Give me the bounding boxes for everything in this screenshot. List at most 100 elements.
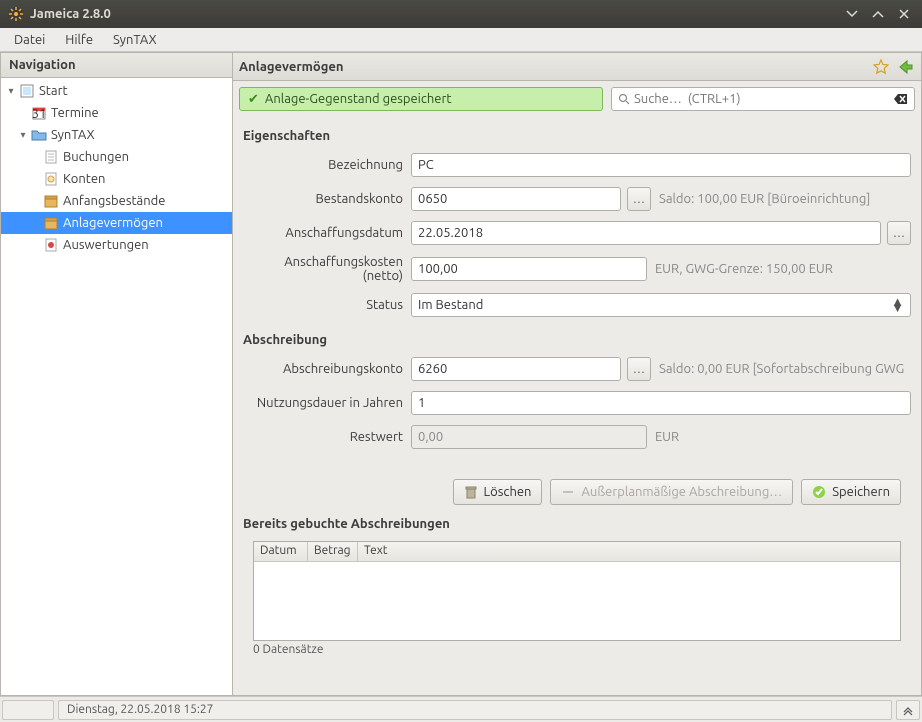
field-bestandskonto: Bestandskonto … Saldo: 100,00 EUR [Büroe…	[243, 187, 911, 211]
input-bezeichnung[interactable]	[411, 153, 911, 177]
table-header: Datum Betrag Text	[254, 542, 900, 562]
minimize-button[interactable]	[842, 4, 862, 24]
tree-item-anlagevermoegen[interactable]: Anlagevermögen	[1, 212, 232, 234]
field-abschreibungskonto: Abschreibungskonto … Saldo: 0,00 EUR [So…	[243, 357, 911, 381]
search-box[interactable]	[611, 87, 915, 111]
hint-restwert: EUR	[655, 430, 679, 444]
label-status: Status	[243, 298, 411, 312]
tree-item-auswertungen[interactable]: Auswertungen	[1, 234, 232, 256]
datepicker-button[interactable]: …	[887, 221, 911, 245]
input-abschreibungskonto[interactable]	[411, 357, 621, 381]
success-text: Anlage-Gegenstand gespeichert	[265, 92, 452, 106]
col-amount[interactable]: Betrag	[308, 542, 358, 561]
field-nutzungsdauer: Nutzungsdauer in Jahren	[243, 391, 911, 415]
search-icon	[618, 93, 630, 105]
menubar: Datei Hilfe SynTAX	[0, 28, 922, 52]
status-expand-button[interactable]	[896, 700, 920, 720]
select-status[interactable]: Im Bestand ▲▼	[411, 293, 911, 317]
label-bestandskonto: Bestandskonto	[243, 192, 411, 206]
section-depreciation: Abschreibung	[243, 333, 911, 347]
tree-item-label: SynTAX	[51, 128, 95, 142]
calendar-icon: 31	[31, 105, 47, 121]
label-bezeichnung: Bezeichnung	[243, 158, 411, 172]
tree-item-termine[interactable]: 31 Termine	[1, 102, 232, 124]
hint-anschaffungskosten: EUR, GWG-Grenze: 150,00 EUR	[655, 262, 833, 276]
menu-help[interactable]: Hilfe	[55, 30, 103, 50]
spinner-icon: ▲▼	[891, 299, 904, 311]
field-anschaffungsdatum: Anschaffungsdatum …	[243, 221, 911, 245]
maximize-button[interactable]	[868, 4, 888, 24]
section-booked: Bereits gebuchte Abschreibungen	[243, 517, 911, 531]
lookup-abschreibungskonto-button[interactable]: …	[627, 357, 651, 381]
col-text[interactable]: Text	[358, 542, 900, 561]
sidebar-header: Navigation	[1, 53, 232, 78]
input-nutzungsdauer[interactable]	[411, 391, 911, 415]
table-footer: 0 Datensätze	[243, 641, 911, 658]
status-cell-progress	[2, 700, 54, 720]
status-datetime: Dienstag, 22.05.2018 15:27	[58, 700, 892, 720]
select-status-value: Im Bestand	[418, 298, 483, 312]
chevron-down-icon[interactable]: ▾	[5, 85, 17, 97]
check-icon	[812, 485, 826, 499]
menu-syntax[interactable]: SynTAX	[103, 30, 167, 50]
content-pane: Anlagevermögen ✔ Anlage-Gegenstand gespe…	[233, 52, 922, 696]
label-abschreibungskonto: Abschreibungskonto	[243, 362, 411, 376]
tree-item-anfangsbestaende[interactable]: Anfangsbestände	[1, 190, 232, 212]
save-button[interactable]: Speichern	[801, 479, 901, 505]
report-icon	[43, 237, 59, 253]
box-icon	[43, 193, 59, 209]
delete-button[interactable]: Löschen	[453, 479, 543, 505]
app-icon	[8, 6, 24, 22]
field-bezeichnung: Bezeichnung	[243, 153, 911, 177]
folder-icon	[31, 127, 47, 143]
chevron-down-icon[interactable]: ▾	[17, 129, 29, 141]
sidebar: Navigation ▾ Start 31 Termine ▾ SynTAX	[0, 52, 233, 696]
window-title: Jameica 2.8.0	[30, 7, 836, 21]
label-anschaffungsdatum: Anschaffungsdatum	[243, 226, 411, 240]
tree-item-label: Start	[39, 84, 68, 98]
section-properties: Eigenschaften	[243, 129, 911, 143]
content-header: Anlagevermögen	[233, 53, 921, 81]
menu-file[interactable]: Datei	[4, 30, 55, 50]
input-anschaffungskosten[interactable]	[411, 257, 647, 281]
tree-item-label: Konten	[63, 172, 105, 186]
field-restwert: Restwert EUR	[243, 425, 911, 449]
document-icon	[43, 149, 59, 165]
trash-icon	[464, 485, 478, 499]
box-icon	[43, 215, 59, 231]
accounts-icon	[43, 171, 59, 187]
tree-item-label: Anfangsbestände	[63, 194, 165, 208]
navigation-tree: ▾ Start 31 Termine ▾ SynTAX Buchungen	[1, 78, 232, 695]
input-restwert	[411, 425, 647, 449]
tree-item-syntax[interactable]: ▾ SynTAX	[1, 124, 232, 146]
search-input[interactable]	[634, 92, 894, 106]
tree-item-konten[interactable]: Konten	[1, 168, 232, 190]
tree-item-start[interactable]: ▾ Start	[1, 80, 232, 102]
close-button[interactable]	[894, 4, 914, 24]
field-status: Status Im Bestand ▲▼	[243, 293, 911, 317]
window-titlebar: Jameica 2.8.0	[0, 0, 922, 28]
favorite-button[interactable]	[871, 57, 891, 77]
depreciation-table[interactable]: Datum Betrag Text	[253, 541, 901, 641]
delete-label: Löschen	[484, 485, 532, 499]
col-date[interactable]: Datum	[254, 542, 308, 561]
page-title: Anlagevermögen	[239, 60, 867, 74]
success-message: ✔ Anlage-Gegenstand gespeichert	[239, 87, 603, 111]
back-button[interactable]	[895, 57, 915, 77]
input-bestandskonto[interactable]	[411, 187, 621, 211]
statusbar: Dienstag, 22.05.2018 15:27	[0, 696, 922, 722]
tree-item-label: Auswertungen	[63, 238, 149, 252]
label-anschaffungskosten: Anschaffungskosten (netto)	[243, 255, 411, 283]
extra-label: Außerplanmäßige Abschreibung…	[581, 485, 782, 499]
tree-item-label: Anlagevermögen	[63, 216, 163, 230]
field-anschaffungskosten: Anschaffungskosten (netto) EUR, GWG-Gren…	[243, 255, 911, 283]
label-restwert: Restwert	[243, 430, 411, 444]
clear-search-icon[interactable]	[894, 93, 908, 105]
input-anschaffungsdatum[interactable]	[411, 221, 881, 245]
label-nutzungsdauer: Nutzungsdauer in Jahren	[243, 396, 411, 410]
tree-item-buchungen[interactable]: Buchungen	[1, 146, 232, 168]
svg-text:31: 31	[32, 107, 47, 121]
lookup-bestandskonto-button[interactable]: …	[627, 187, 651, 211]
hint-abschreibungskonto: Saldo: 0,00 EUR [Sofortabschreibung GWG	[659, 362, 911, 376]
home-icon	[19, 83, 35, 99]
